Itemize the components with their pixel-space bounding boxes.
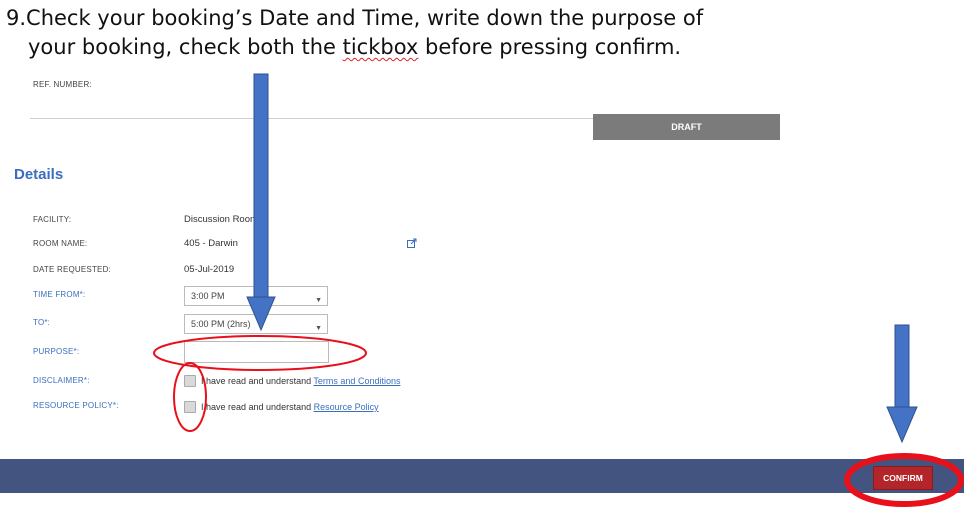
instruction-line-2-end: before pressing confirm. [418, 35, 682, 59]
purpose-input[interactable] [184, 341, 329, 363]
checkbox-highlight-ellipse [173, 362, 207, 432]
annotation-overlay [153, 73, 964, 507]
instruction-line-2-start: your booking, check both the [28, 35, 343, 59]
date-requested-value: 05-Jul-2019 [184, 264, 235, 275]
disclaimer-checkbox[interactable] [184, 375, 196, 387]
disclaimer-statement: I have read and understand [201, 376, 314, 386]
purpose-label: PURPOSE*: [33, 347, 80, 356]
confirm-button[interactable]: CONFIRM [873, 466, 933, 490]
instruction-line-2: your booking, check both the tickbox bef… [6, 33, 906, 62]
chevron-down-icon: ▼ [315, 325, 322, 332]
footer-bar [0, 459, 964, 493]
chevron-down-icon: ▼ [315, 297, 322, 304]
resource-policy-statement: I have read and understand [201, 402, 314, 412]
resource-policy-checkbox[interactable] [184, 401, 196, 413]
time-from-value: 3:00 PM [191, 291, 225, 301]
resource-policy-link[interactable]: Resource Policy [314, 402, 379, 412]
disclaimer-text: I have read and understand Terms and Con… [201, 376, 400, 386]
time-from-select[interactable]: 3:00 PM ▼ [184, 286, 328, 306]
room-name-label: ROOM NAME: [33, 239, 88, 248]
time-to-select[interactable]: 5:00 PM (2hrs) ▼ [184, 314, 328, 334]
disclaimer-label: DISCLAIMER*: [33, 376, 90, 385]
down-arrow-icon [886, 324, 918, 444]
section-title: Details [14, 166, 64, 183]
instruction-keyword: tickbox [342, 35, 419, 59]
terms-link[interactable]: Terms and Conditions [313, 376, 400, 386]
time-from-label: TIME FROM*: [33, 290, 86, 299]
ref-number-label: REF. NUMBER: [33, 80, 92, 89]
resource-policy-label: RESOURCE POLICY*: [33, 401, 119, 410]
resource-policy-text: I have read and understand Resource Poli… [201, 402, 379, 412]
instruction-line-1: 9.Check your booking’s Date and Time, wr… [6, 6, 704, 30]
date-requested-label: DATE REQUESTED: [33, 265, 111, 274]
time-to-label: TO*: [33, 318, 51, 327]
facility-label: FACILITY: [33, 215, 72, 224]
status-badge: DRAFT [593, 114, 780, 140]
time-to-value: 5:00 PM (2hrs) [191, 319, 251, 329]
divider [30, 118, 593, 119]
room-name-value: 405 - Darwin [184, 238, 238, 249]
instruction-text: 9.Check your booking’s Date and Time, wr… [6, 4, 906, 62]
facility-value: Discussion Room [184, 214, 258, 225]
external-link-icon[interactable] [407, 238, 417, 248]
